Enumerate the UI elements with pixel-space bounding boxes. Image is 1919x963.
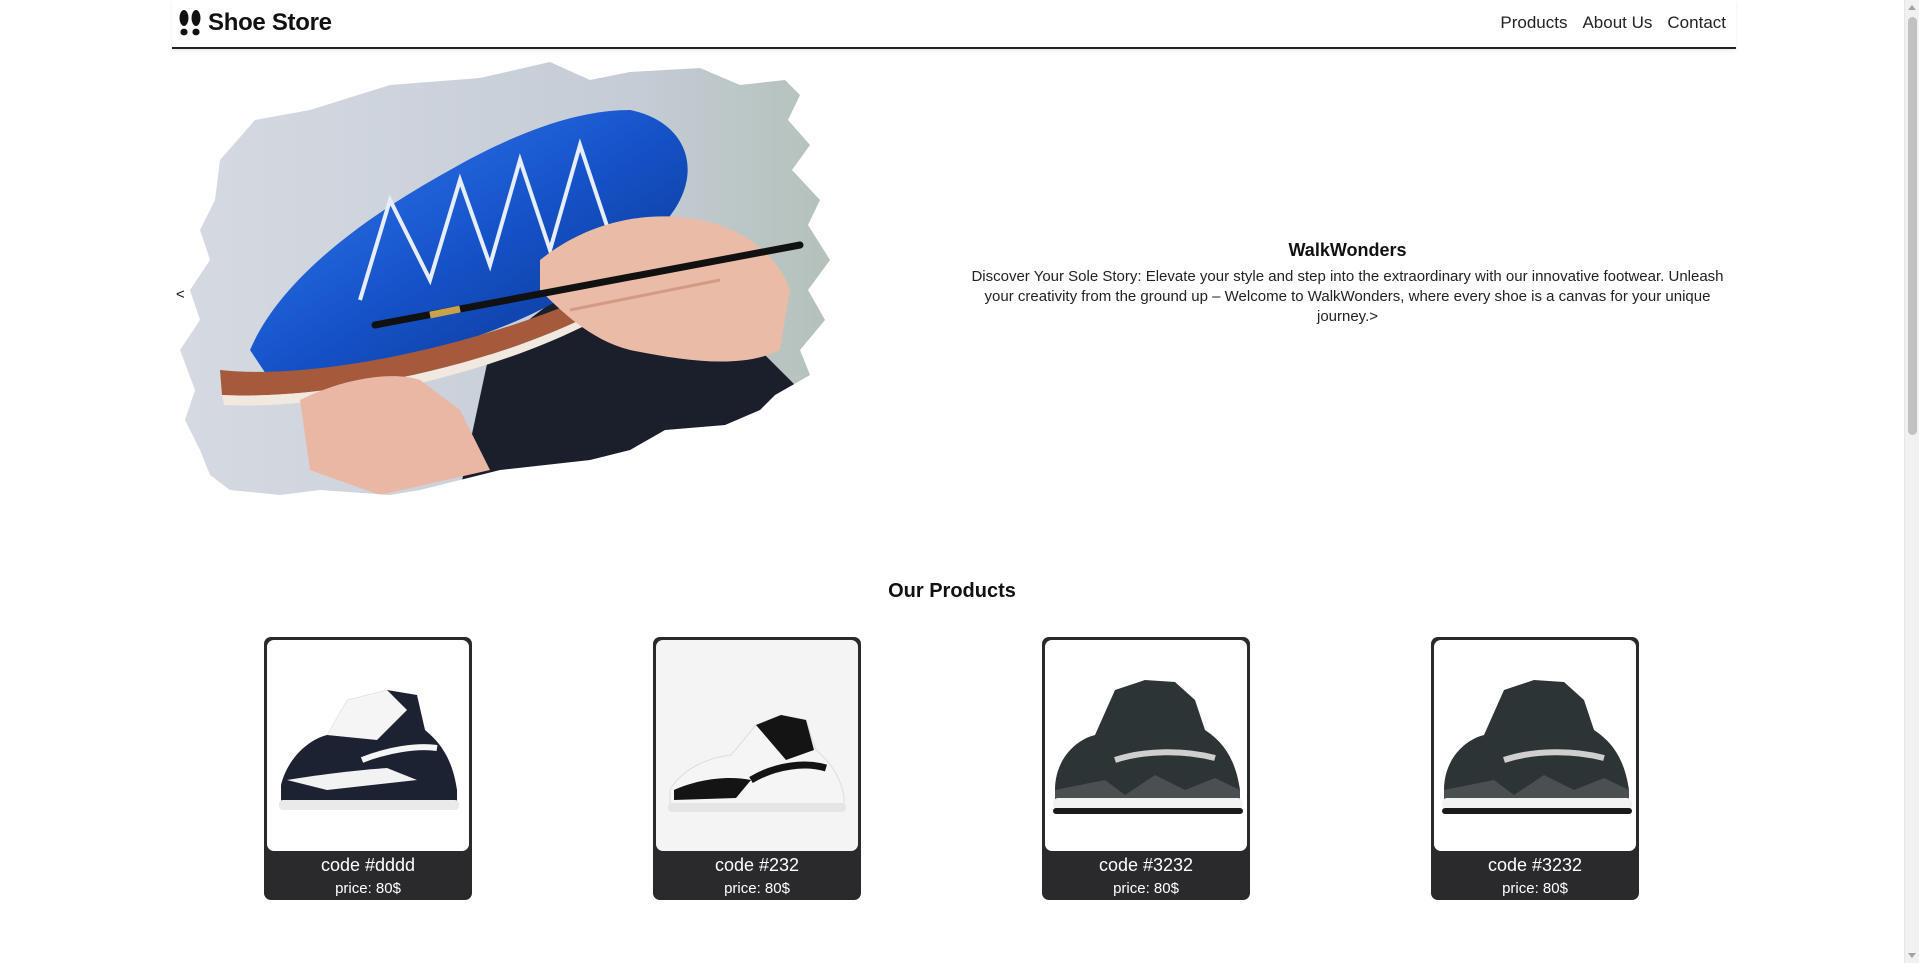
product-code: code #3232 [1487, 855, 1583, 875]
page: Shoe Store Products About Us Contact < W… [0, 0, 1919, 963]
hero-text: WalkWonders Discover Your Sole Story: El… [955, 240, 1740, 327]
vertical-scrollbar[interactable] [1904, 0, 1919, 963]
site-header: Shoe Store Products About Us Contact [172, 0, 1736, 49]
product-price: price: 80$ [335, 880, 401, 897]
product-image [1045, 640, 1247, 851]
product-price: price: 80$ [724, 880, 790, 897]
product-image [1434, 640, 1636, 851]
product-price: price: 80$ [1502, 880, 1568, 897]
product-code: code #dddd [320, 855, 416, 875]
product-image [656, 640, 858, 851]
nav-contact[interactable]: Contact [1667, 13, 1726, 33]
product-card[interactable]: code #3232 price: 80$ [1042, 637, 1250, 900]
scrollbar-thumb[interactable] [1908, 17, 1917, 435]
main-nav: Products About Us Contact [1500, 13, 1726, 33]
hero-image [180, 62, 830, 495]
products-section-title: Our Products [888, 580, 1016, 602]
product-code: code #3232 [1098, 855, 1194, 875]
hiking-boot-icon [1053, 680, 1243, 814]
product-price: price: 80$ [1113, 880, 1179, 897]
footprints-icon [179, 10, 201, 36]
product-card[interactable]: code #232 price: 80$ [653, 637, 861, 900]
hero-title: WalkWonders [1288, 240, 1407, 260]
nav-about-us[interactable]: About Us [1582, 13, 1652, 33]
brand[interactable]: Shoe Store [176, 9, 332, 37]
product-image [267, 640, 469, 851]
hiking-boot-icon [1442, 680, 1632, 814]
hero-next-button[interactable]: > [1369, 308, 1378, 325]
product-code: code #232 [714, 855, 800, 875]
product-card[interactable]: code #3232 price: 80$ [1431, 637, 1639, 900]
sneaker-icon [279, 690, 459, 810]
sneaker-icon [668, 714, 846, 812]
scroll-down-icon[interactable] [1908, 953, 1916, 958]
scroll-up-icon[interactable] [1908, 5, 1916, 10]
hero-prev-button[interactable]: < [176, 286, 185, 303]
product-card[interactable]: code #dddd price: 80$ [264, 637, 472, 900]
brand-name: Shoe Store [208, 9, 332, 36]
hero-description: Discover Your Sole Story: Elevate your s… [971, 268, 1724, 325]
nav-products[interactable]: Products [1500, 13, 1567, 33]
